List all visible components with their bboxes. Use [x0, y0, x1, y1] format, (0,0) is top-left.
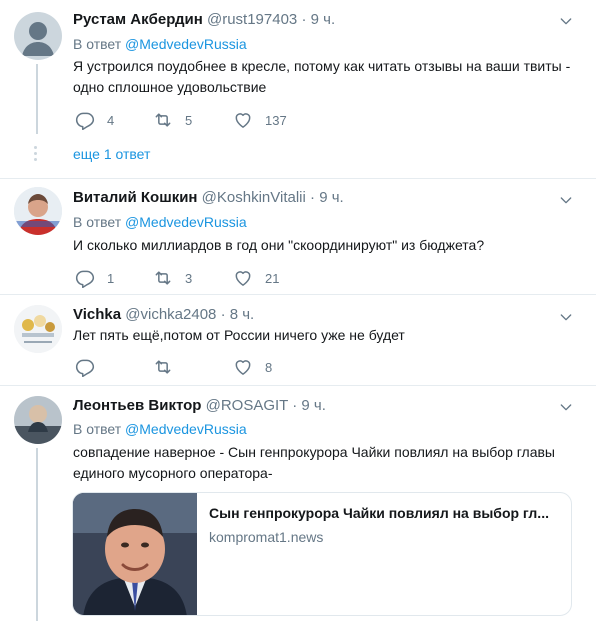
user-name[interactable]: Виталий Кошкин — [73, 189, 198, 206]
retweet-button[interactable]: 3 — [153, 268, 192, 288]
tweet-header: Рустам Акбердин @rust197403 · 9 ч. — [73, 11, 335, 28]
like-button[interactable]: 21 — [233, 268, 279, 288]
chevron-down-icon[interactable] — [558, 309, 574, 325]
tweet-actions: 8 — [73, 357, 373, 377]
card-domain: kompromat1.news — [209, 529, 324, 545]
reply-context: В ответ @MedvedevRussia — [73, 36, 247, 52]
reply-count: 4 — [107, 112, 115, 128]
like-count: 8 — [265, 359, 273, 375]
user-name[interactable]: Леонтьев Виктор — [73, 397, 201, 414]
avatar[interactable] — [14, 187, 62, 235]
tweet-text: совпадение наверное - Сын генпрокурора Ч… — [73, 444, 555, 481]
reply-prefix: В ответ — [73, 421, 122, 437]
tweet-text: Лет пять ещё,потом от России ничего уже … — [73, 327, 405, 343]
tweet-actions: 1 3 21 — [73, 268, 373, 288]
reply-icon — [75, 357, 95, 377]
user-photo-icon — [14, 305, 62, 353]
chevron-down-icon[interactable] — [558, 192, 574, 208]
tweet[interactable]: Рустам Акбердин @rust197403 · 9 ч. В отв… — [0, 0, 596, 178]
tweet-header: Леонтьев Виктор @ROSAGIT · 9 ч. — [73, 397, 326, 414]
reply-icon — [75, 110, 95, 130]
like-icon — [233, 357, 253, 377]
retweet-icon — [153, 268, 173, 288]
thread-line — [36, 64, 38, 134]
user-handle[interactable]: @ROSAGIT — [206, 397, 288, 414]
thread-dots — [34, 146, 37, 164]
retweet-count: 5 — [185, 112, 193, 128]
user-handle[interactable]: @vichka2408 — [125, 306, 216, 323]
like-icon — [233, 268, 253, 288]
like-button[interactable]: 137 — [233, 110, 287, 130]
tweet-text: Я устроился поудобнее в кресле, потому к… — [73, 58, 571, 95]
retweet-icon — [153, 357, 173, 377]
thread-line — [36, 448, 38, 621]
timestamp[interactable]: 9 ч. — [301, 397, 326, 414]
reply-button[interactable]: 4 — [75, 110, 114, 130]
user-photo-icon — [14, 396, 62, 444]
reply-to-link[interactable]: @MedvedevRussia — [125, 421, 247, 437]
avatar[interactable] — [14, 12, 62, 60]
user-handle[interactable]: @KoshkinVitalii — [202, 189, 306, 206]
user-handle[interactable]: @rust197403 — [207, 11, 297, 28]
tweet-header: Виталий Кошкин @KoshkinVitalii · 9 ч. — [73, 189, 344, 206]
separator-dot: · — [220, 306, 226, 323]
reply-prefix: В ответ — [73, 214, 122, 230]
user-name[interactable]: Vichka — [73, 306, 121, 323]
reply-prefix: В ответ — [73, 36, 122, 52]
card-title[interactable]: Сын генпрокурора Чайки повлиял на выбор … — [209, 505, 549, 521]
separator-dot: · — [310, 189, 316, 206]
reply-to-link[interactable]: @MedvedevRussia — [125, 214, 247, 230]
default-avatar-icon — [22, 22, 54, 56]
link-preview-card[interactable]: Сын генпрокурора Чайки повлиял на выбор … — [72, 492, 572, 616]
show-more-replies-link[interactable]: еще 1 ответ — [73, 146, 150, 162]
reply-to-link[interactable]: @MedvedevRussia — [125, 36, 247, 52]
timestamp[interactable]: 9 ч. — [311, 11, 336, 28]
separator-dot: · — [301, 11, 307, 28]
separator-dot: · — [292, 397, 298, 414]
tweet-header: Vichka @vichka2408 · 8 ч. — [73, 306, 254, 323]
user-photo-icon — [14, 187, 62, 235]
like-count: 21 — [265, 270, 280, 286]
timestamp[interactable]: 9 ч. — [319, 189, 344, 206]
like-count: 137 — [265, 112, 287, 128]
tweet-actions: 4 5 137 — [73, 110, 373, 130]
reply-context: В ответ @MedvedevRussia — [73, 214, 247, 230]
avatar[interactable] — [14, 305, 62, 353]
like-icon — [233, 110, 253, 130]
avatar[interactable] — [14, 396, 62, 444]
retweet-icon — [153, 110, 173, 130]
reply-button[interactable]: 1 — [75, 268, 114, 288]
user-name[interactable]: Рустам Акбердин — [73, 11, 203, 28]
like-button[interactable]: 8 — [233, 357, 272, 377]
retweet-button[interactable] — [153, 357, 173, 377]
tweet[interactable]: Vichka @vichka2408 · 8 ч. Лет пять ещё,п… — [0, 295, 596, 385]
tweet-text: И сколько миллиардов в год они "скоордин… — [73, 237, 485, 253]
chevron-down-icon[interactable] — [558, 399, 574, 415]
reply-button[interactable] — [75, 357, 95, 377]
reply-icon — [75, 268, 95, 288]
chevron-down-icon[interactable] — [558, 13, 574, 29]
card-thumbnail — [73, 493, 197, 615]
timestamp[interactable]: 8 ч. — [230, 306, 255, 323]
man-photo-icon — [73, 493, 197, 615]
reply-count: 1 — [107, 270, 115, 286]
retweet-button[interactable]: 5 — [153, 110, 192, 130]
retweet-count: 3 — [185, 270, 193, 286]
reply-context: В ответ @MedvedevRussia — [73, 421, 247, 437]
tweet[interactable]: Виталий Кошкин @KoshkinVitalii · 9 ч. В … — [0, 179, 596, 294]
